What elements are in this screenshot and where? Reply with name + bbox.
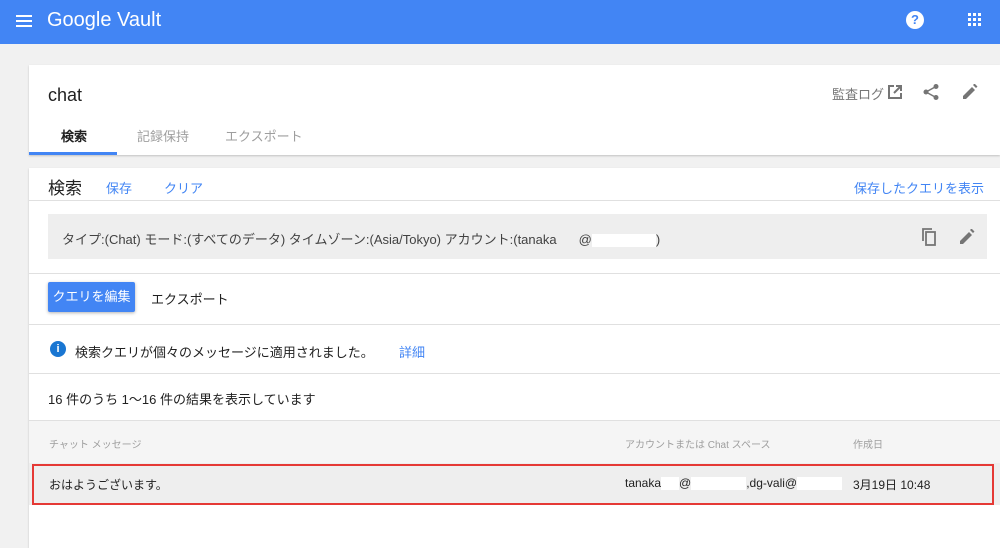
audit-log-link[interactable]: 監査ログ [832, 84, 884, 103]
edit-query-button[interactable]: クエリを編集 [48, 282, 135, 312]
query-summary-box: タイプ:(Chat) モード:(すべてのデータ) タイムゾーン:(Asia/To… [48, 214, 987, 259]
app-title[interactable]: Google Vault [47, 9, 161, 32]
matter-header-card: chat 監査ログ 検索 記録保持 エクスポート [29, 65, 1000, 155]
help-icon[interactable]: ? [906, 11, 924, 29]
divider [29, 373, 1000, 374]
divider [29, 324, 1000, 325]
tab-exports[interactable]: エクスポート [225, 126, 303, 145]
active-tab-indicator [29, 152, 117, 155]
apps-grid-icon[interactable] [968, 13, 982, 27]
column-header-account[interactable]: アカウントまたは Chat スペース [625, 436, 770, 451]
edit-icon[interactable] [962, 84, 978, 100]
column-header-message[interactable]: チャット メッセージ [49, 436, 141, 451]
result-count: 16 件のうち 1～16 件の結果を表示しています [48, 392, 316, 407]
clear-link[interactable]: クリア [164, 178, 203, 197]
divider [29, 273, 1000, 274]
search-heading: 検索 [48, 179, 82, 198]
tab-search[interactable]: 検索 [61, 126, 87, 145]
highlight-box [32, 464, 994, 505]
query-at: @ [578, 232, 592, 247]
export-button[interactable]: エクスポート [151, 289, 229, 308]
search-card: 検索 保存 クリア 保存したクエリを表示 タイプ:(Chat) モード:(すべて… [29, 168, 1000, 548]
show-saved-queries-link[interactable]: 保存したクエリを表示 [854, 178, 984, 197]
menu-icon[interactable] [16, 14, 32, 28]
matter-title: chat [48, 85, 83, 105]
open-external-icon[interactable] [887, 84, 903, 100]
details-link[interactable]: 詳細 [399, 342, 425, 361]
edit-query-icon[interactable] [959, 229, 975, 245]
share-icon[interactable] [922, 83, 940, 101]
table-header: チャット メッセージ アカウントまたは Chat スペース 作成日 [29, 420, 1000, 463]
tab-holds[interactable]: 記録保持 [137, 126, 189, 145]
divider [29, 200, 1000, 201]
info-text: 検索クエリが個々のメッセージに適用されました。 [75, 345, 374, 360]
top-app-bar: Google Vault ? [0, 0, 1000, 44]
query-end: ) [655, 232, 661, 247]
column-header-created[interactable]: 作成日 [853, 436, 883, 451]
save-link[interactable]: 保存 [106, 178, 132, 197]
copy-icon[interactable] [920, 228, 936, 246]
query-summary-text: タイプ:(Chat) モード:(すべてのデータ) タイムゾーン:(Asia/To… [62, 232, 557, 247]
info-icon: i [50, 341, 66, 357]
